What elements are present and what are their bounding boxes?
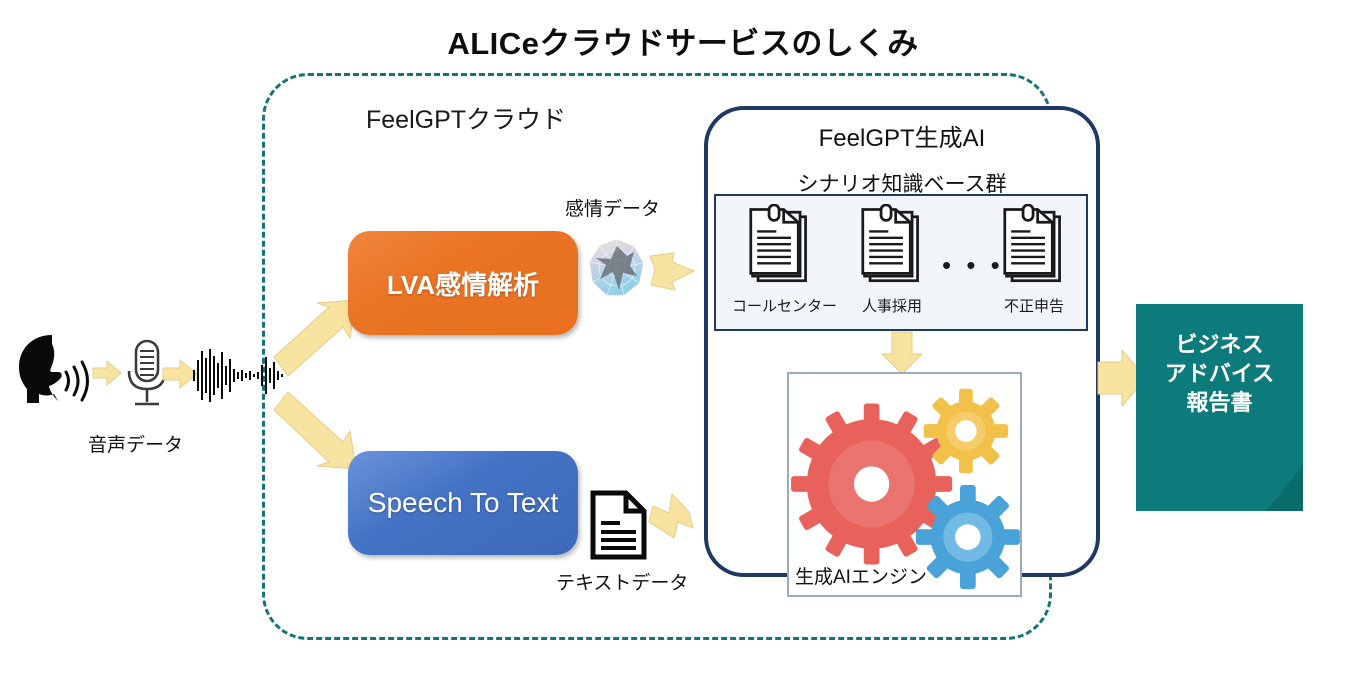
speaking-head-icon	[8, 330, 96, 408]
genai-engine-box[interactable]: 生成AIエンジン	[787, 372, 1022, 597]
arrow-down-right-icon	[272, 390, 360, 470]
diagram-canvas: ALICeクラウドサービスのしくみ FeelGPTクラウド 音声データ LVA感…	[0, 0, 1366, 680]
emotion-radar-chart-icon	[587, 238, 647, 298]
kb-document-3[interactable]: 不正申告	[986, 203, 1082, 316]
kb-document-2[interactable]: 人事採用	[844, 203, 940, 316]
emotion-data-label: 感情データ	[565, 199, 661, 220]
kb-document-2-label: 人事採用	[861, 298, 922, 315]
genai-engine-label: 生成AIエンジン	[795, 567, 927, 588]
arrow-down-icon	[878, 330, 926, 376]
report-line-3: 報告書	[1186, 390, 1253, 416]
arrow-right-icon	[648, 248, 696, 294]
report-card-label: ビジネス アドバイス 報告書	[1136, 330, 1303, 417]
report-line-2: アドバイス	[1164, 361, 1275, 387]
voice-data-label: 音声データ	[88, 435, 184, 456]
process-box-stt-label: Speech To Text	[367, 487, 559, 518]
process-box-lva-label: LVA感情解析	[386, 269, 540, 300]
audio-waveform-icon	[192, 348, 284, 403]
cloud-label: FeelGPTクラウド	[366, 106, 567, 134]
document-stack-icon	[749, 203, 807, 283]
report-line-1: ビジネス	[1175, 332, 1264, 357]
arrow-up-right-icon	[645, 492, 695, 540]
document-stack-icon	[861, 203, 919, 283]
process-box-stt[interactable]: Speech To Text	[348, 451, 578, 555]
document-stack-icon	[1003, 203, 1061, 283]
kb-document-1-label: コールセンター	[732, 298, 838, 315]
page-title: ALICeクラウドサービスのしくみ	[447, 26, 919, 61]
process-box-lva[interactable]: LVA感情解析	[348, 231, 578, 335]
text-data-label: テキストデータ	[556, 573, 689, 594]
kb-document-3-label: 不正申告	[1003, 298, 1064, 315]
knowledge-base-frame: コールセンター 人事採用 • • • 不正申告	[714, 194, 1088, 331]
arrow-up-right-icon	[272, 299, 360, 378]
genai-panel-title: FeelGPT生成AI	[818, 125, 986, 152]
text-document-icon	[590, 490, 647, 560]
kb-document-1[interactable]: コールセンター	[732, 203, 838, 316]
